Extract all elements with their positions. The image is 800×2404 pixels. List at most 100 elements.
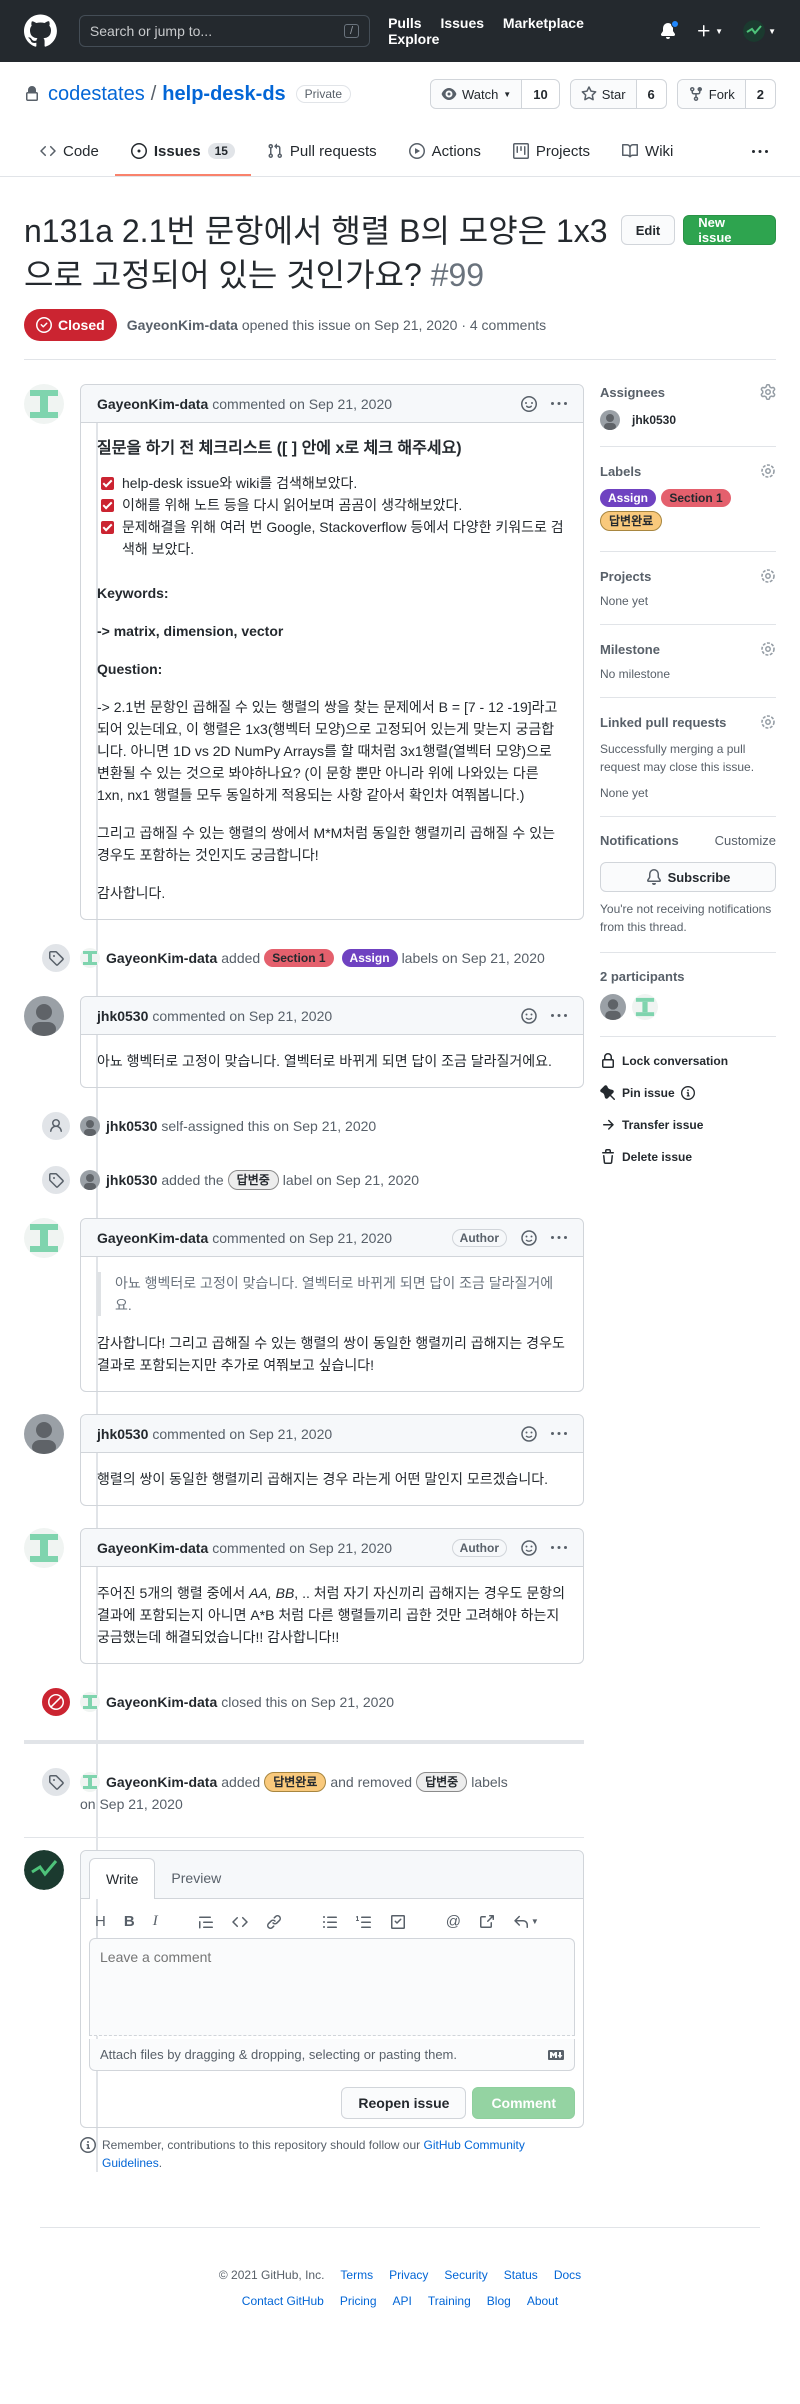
- footer-link-privacy[interactable]: Privacy: [389, 2268, 428, 2282]
- smiley-reaction-icon[interactable]: [521, 1229, 537, 1246]
- transfer-issue-button[interactable]: Transfer issue: [600, 1109, 776, 1141]
- tasklist-icon[interactable]: [390, 1914, 406, 1930]
- comment-author[interactable]: jhk0530: [97, 1426, 148, 1442]
- repo-name-link[interactable]: help-desk-ds: [162, 83, 285, 106]
- comment-textarea[interactable]: [89, 1938, 575, 2036]
- pin-issue-button[interactable]: Pin issue: [600, 1077, 776, 1109]
- watch-count[interactable]: 10: [522, 80, 558, 108]
- notifications-bell-icon[interactable]: [660, 20, 680, 39]
- comment-author[interactable]: GayeonKim-data: [97, 1540, 208, 1556]
- comment-author[interactable]: jhk0530: [97, 1008, 148, 1024]
- smiley-reaction-icon[interactable]: [521, 1539, 537, 1556]
- bold-icon[interactable]: B: [124, 1913, 135, 1930]
- label-section-1[interactable]: Section 1: [661, 489, 731, 507]
- repo-owner-link[interactable]: codestates: [48, 83, 145, 106]
- event-author[interactable]: jhk0530: [106, 1169, 157, 1191]
- avatar[interactable]: [24, 1850, 64, 1890]
- lock-conversation-button[interactable]: Lock conversation: [600, 1045, 776, 1077]
- footer-link-contact[interactable]: Contact GitHub: [242, 2294, 324, 2308]
- tab-projects[interactable]: Projects: [497, 128, 606, 176]
- star-count[interactable]: 6: [637, 80, 666, 108]
- fork-count[interactable]: 2: [746, 80, 775, 108]
- label-answering[interactable]: 답변중: [416, 1772, 468, 1792]
- participant-avatar[interactable]: [600, 994, 626, 1020]
- avatar[interactable]: [80, 1170, 100, 1190]
- tab-actions[interactable]: Actions: [393, 128, 497, 176]
- comment-kebab-icon[interactable]: [551, 396, 567, 412]
- avatar[interactable]: [24, 1528, 64, 1568]
- heading-icon[interactable]: H: [95, 1913, 106, 1930]
- comment-author[interactable]: GayeonKim-data: [97, 1230, 208, 1246]
- event-author[interactable]: GayeonKim-data: [106, 1691, 217, 1713]
- footer-link-api[interactable]: API: [393, 2294, 412, 2308]
- avatar[interactable]: [24, 1218, 64, 1258]
- event-author[interactable]: GayeonKim-data: [106, 947, 217, 969]
- comment-author[interactable]: GayeonKim-data: [97, 396, 208, 412]
- comment-kebab-icon[interactable]: [551, 1008, 567, 1024]
- footer-link-security[interactable]: Security: [444, 2268, 487, 2282]
- label-assign[interactable]: Assign: [341, 949, 398, 967]
- tab-write[interactable]: Write: [89, 1858, 156, 1899]
- footer-link-training[interactable]: Training: [428, 2294, 471, 2308]
- avatar[interactable]: [24, 1414, 64, 1454]
- quote-icon[interactable]: [198, 1914, 214, 1930]
- fork-button[interactable]: Fork: [677, 80, 746, 108]
- avatar[interactable]: [80, 948, 100, 968]
- reopen-issue-button[interactable]: Reopen issue: [341, 2087, 467, 2119]
- new-issue-button[interactable]: New issue: [683, 215, 776, 245]
- smiley-reaction-icon[interactable]: [521, 395, 537, 412]
- more-tabs-kebab-icon[interactable]: [744, 128, 776, 176]
- avatar[interactable]: [80, 1116, 100, 1136]
- nav-marketplace[interactable]: Marketplace: [503, 15, 584, 31]
- watch-button[interactable]: Watch ▼: [430, 80, 523, 108]
- delete-issue-button[interactable]: Delete issue: [600, 1141, 776, 1173]
- cross-reference-icon[interactable]: [479, 1914, 495, 1930]
- user-avatar-menu[interactable]: ▼: [743, 20, 776, 42]
- footer-link-pricing[interactable]: Pricing: [340, 2294, 377, 2308]
- customize-link[interactable]: Customize: [715, 833, 776, 848]
- tab-wiki[interactable]: Wiki: [606, 128, 689, 176]
- italic-icon[interactable]: I: [153, 1913, 158, 1930]
- footer-link-blog[interactable]: Blog: [487, 2294, 511, 2308]
- gear-icon[interactable]: [760, 568, 776, 584]
- code-icon[interactable]: [231, 1914, 248, 1930]
- smiley-reaction-icon[interactable]: [521, 1007, 537, 1024]
- comment-kebab-icon[interactable]: [551, 1230, 567, 1246]
- star-button[interactable]: Star: [570, 80, 637, 108]
- numbered-list-icon[interactable]: [355, 1914, 372, 1930]
- nav-issues[interactable]: Issues: [440, 15, 484, 31]
- tab-code[interactable]: Code: [24, 128, 115, 176]
- create-new-plus-icon[interactable]: ▼: [696, 23, 723, 39]
- comment-kebab-icon[interactable]: [551, 1426, 567, 1442]
- label-answered[interactable]: 답변완료: [600, 511, 663, 531]
- label-section-1[interactable]: Section 1: [264, 949, 334, 967]
- gear-icon[interactable]: [760, 384, 776, 400]
- tab-pull-requests[interactable]: Pull requests: [251, 128, 393, 176]
- mention-icon[interactable]: @: [446, 1913, 461, 1930]
- tab-preview[interactable]: Preview: [155, 1858, 237, 1898]
- gear-icon[interactable]: [760, 463, 776, 479]
- smiley-reaction-icon[interactable]: [521, 1425, 537, 1442]
- issue-author[interactable]: GayeonKim-data: [127, 317, 238, 333]
- link-icon[interactable]: [266, 1914, 282, 1930]
- label-answered[interactable]: 답변완료: [264, 1772, 327, 1792]
- avatar[interactable]: [80, 1772, 100, 1792]
- bulleted-list-icon[interactable]: [322, 1914, 338, 1930]
- avatar[interactable]: [80, 1692, 100, 1712]
- event-author[interactable]: GayeonKim-data: [106, 1771, 217, 1793]
- comment-kebab-icon[interactable]: [551, 1540, 567, 1556]
- tab-issues[interactable]: Issues 15: [114, 128, 251, 176]
- github-logo-icon[interactable]: [24, 14, 57, 48]
- footer-link-about[interactable]: About: [527, 2294, 558, 2308]
- avatar[interactable]: [24, 996, 64, 1036]
- footer-link-status[interactable]: Status: [504, 2268, 538, 2282]
- saved-replies-reply-icon[interactable]: ▼: [513, 1914, 539, 1930]
- nav-explore[interactable]: Explore: [388, 31, 439, 47]
- label-answering[interactable]: 답변중: [227, 1170, 279, 1190]
- participant-avatar[interactable]: [632, 994, 658, 1020]
- label-assign[interactable]: Assign: [600, 489, 657, 507]
- event-author[interactable]: jhk0530: [106, 1115, 157, 1137]
- gear-icon[interactable]: [760, 641, 776, 657]
- attach-files-bar[interactable]: Attach files by dragging & dropping, sel…: [89, 2039, 575, 2071]
- comment-button[interactable]: Comment: [472, 2087, 575, 2119]
